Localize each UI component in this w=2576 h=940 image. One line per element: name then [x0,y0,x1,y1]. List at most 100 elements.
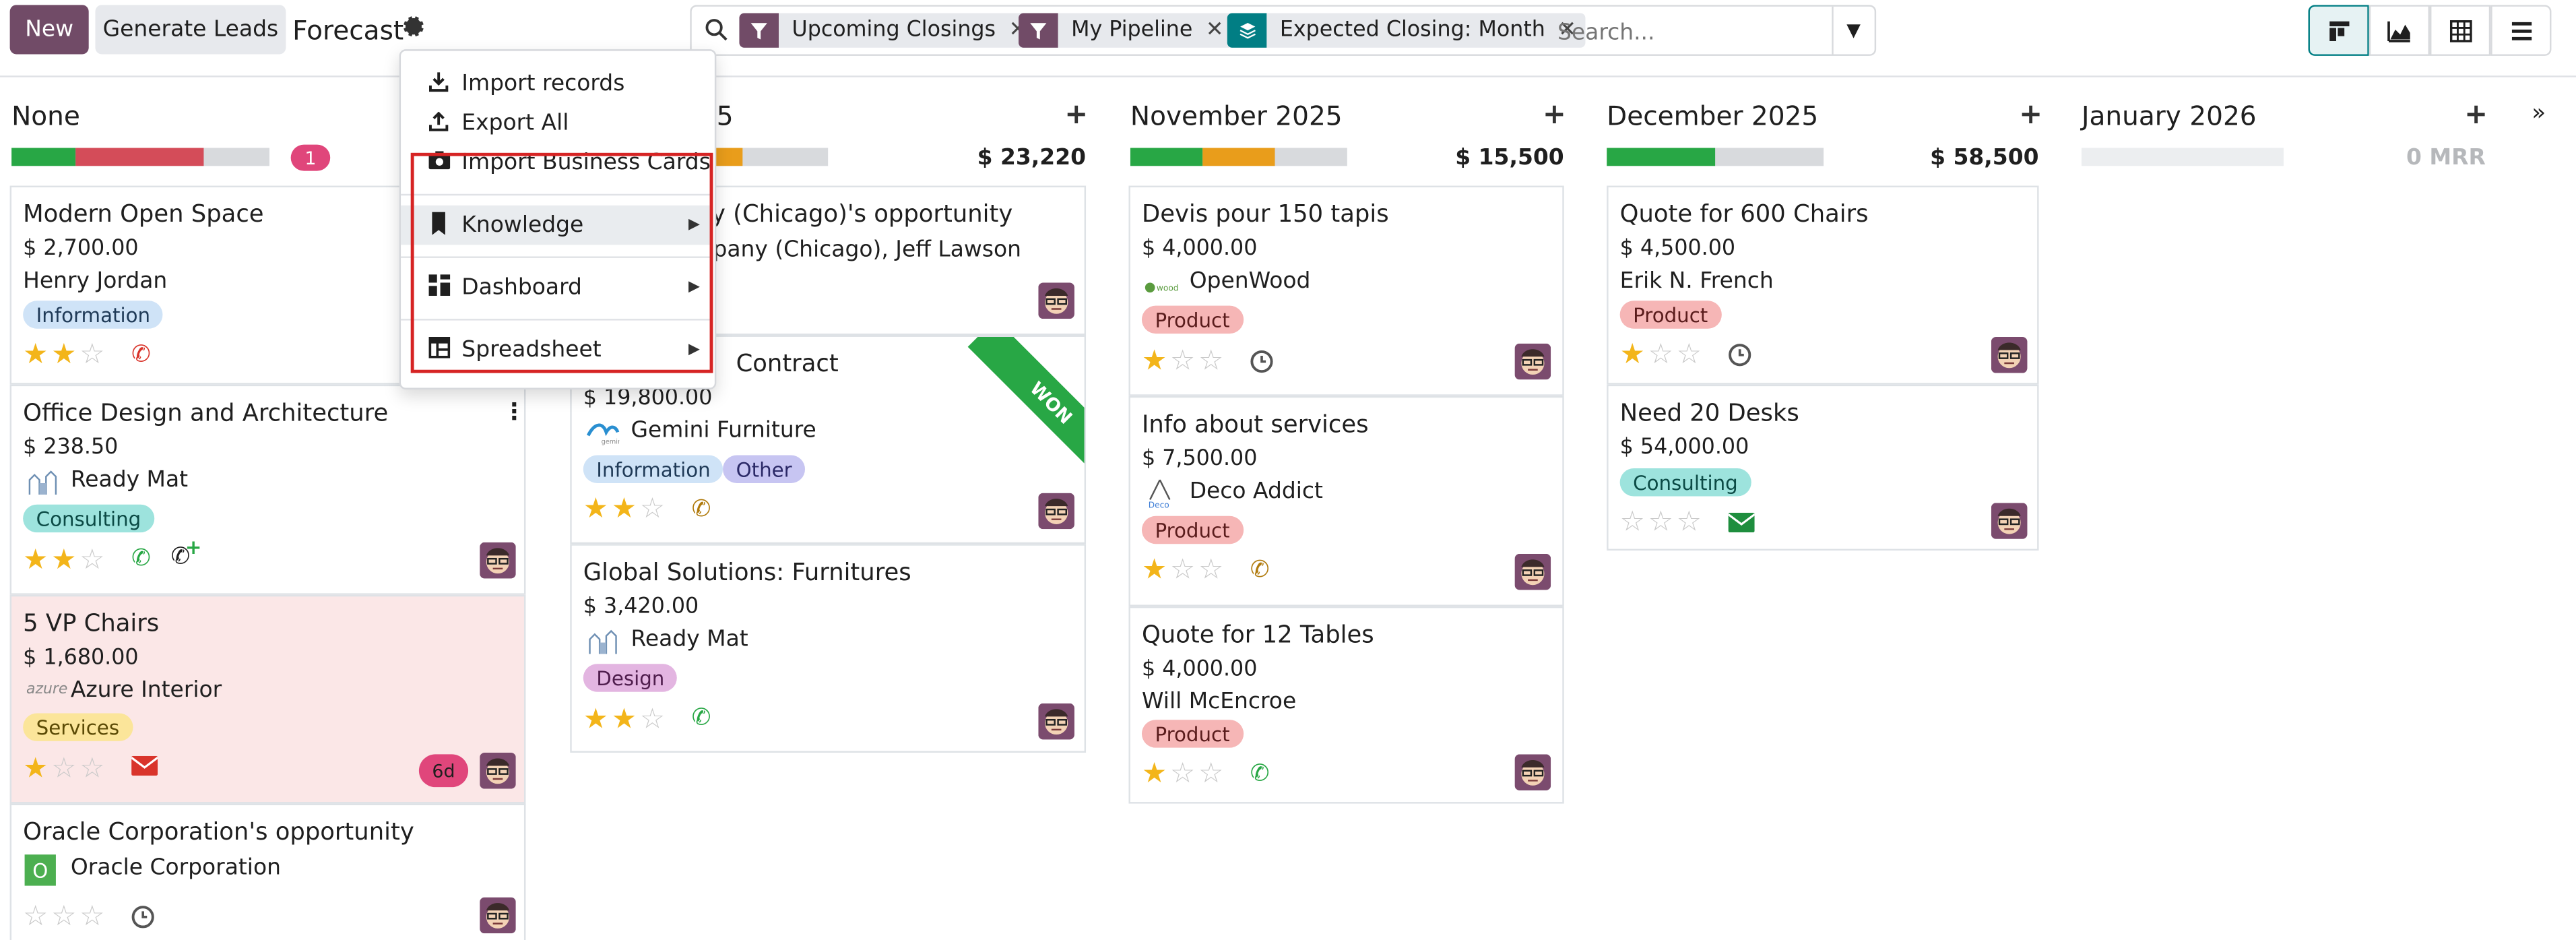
phone-icon[interactable]: ✆ [131,546,151,572]
add-quick-create-icon[interactable]: + [1543,98,1566,131]
user-avatar[interactable] [480,897,516,934]
card-partner: pany (Chicago), Jeff Lawson [713,237,1022,263]
column-total: 0 MRR [2406,144,2486,171]
card-partner: Will McEncroe [1141,688,1297,715]
facet-my-pipeline: My Pipeline ✕ [1019,13,1234,48]
submenu-caret-icon: ▶ [688,279,700,296]
kanban-card[interactable]: 5 VP Chairs $ 1,680.00 azure Azure Inter… [9,594,526,804]
filter-icon [739,13,779,48]
phone-icon[interactable]: ✆ [692,705,711,731]
card-partner: Erik N. French [1619,268,1774,294]
import-records-item[interactable]: Import records [401,64,713,104]
card-title: Modern Open Space [23,201,264,228]
user-avatar[interactable] [480,752,516,789]
company-logo-icon [26,468,59,501]
more-options-icon[interactable]: ⋮ [503,400,525,426]
priority-stars[interactable]: ★☆☆ [1142,557,1227,585]
export-all-item[interactable]: Export All [401,104,713,144]
kanban-card[interactable]: Need 20 Desks $ 54,000.00 Consulting ☆☆☆ [1607,384,2039,551]
column-progress-bar[interactable] [11,148,269,166]
card-partner: Gemini Furniture [631,417,816,444]
card-partner: Deco Addict [1189,478,1323,505]
kanban-card[interactable]: Quote for 600 Chairs $ 4,500.00 Erik N. … [1607,185,2039,385]
menu-item-label: Dashboard [461,274,582,301]
phone-icon[interactable]: ✆ [1250,761,1270,787]
filter-icon [1019,13,1058,48]
column-progress-bar[interactable] [1130,148,1347,166]
card-title: y (Chicago)'s opportunity [711,201,1013,228]
column-progress-bar[interactable] [2081,148,2284,166]
add-quick-create-icon[interactable]: + [2464,98,2488,131]
user-avatar[interactable] [1514,343,1551,380]
user-avatar[interactable] [1038,282,1074,319]
kanban-card[interactable]: Info about services $ 7,500.00 Deco Deco… [1128,396,1564,606]
fold-column-icon[interactable]: » [2532,100,2546,127]
mail-icon[interactable] [131,755,159,782]
kanban-card[interactable]: Quote for 12 Tables $ 4,000.00 Will McEn… [1128,606,1564,804]
kanban-card[interactable]: Oracle Corporation's opportunity O Oracl… [9,803,526,940]
priority-stars[interactable]: ☆☆☆ [1620,509,1705,537]
priority-stars[interactable]: ★★☆ [23,341,108,369]
clock-icon[interactable] [1729,344,1751,373]
card-title: Need 20 Desks [1619,401,1799,428]
priority-stars[interactable]: ★☆☆ [1142,760,1227,788]
tag-badge: Consulting [1619,468,1751,497]
priority-stars[interactable]: ☆☆☆ [23,903,108,931]
list-view-icon[interactable] [2490,5,2552,56]
priority-stars[interactable]: ★☆☆ [1620,341,1705,369]
overdue-badge: 6d [418,754,469,788]
kanban-card[interactable]: Global Solutions: Furnitures $ 3,420.00 … [570,544,1087,753]
generate-leads-button[interactable]: Generate Leads [95,5,286,55]
submenu-caret-icon: ▶ [688,342,700,358]
card-title: Contract [736,351,839,378]
priority-stars[interactable]: ★☆☆ [1142,348,1227,376]
phone-icon[interactable]: ✆ [692,497,711,523]
spreadsheet-item[interactable]: Spreadsheet ▶ [401,330,713,370]
pivot-view-icon[interactable] [2429,5,2491,56]
tag-badge: Consulting [23,504,154,533]
submenu-caret-icon: ▶ [688,216,700,234]
user-avatar[interactable] [1514,553,1551,590]
bookmark-icon [429,211,452,239]
search-icon[interactable] [705,18,728,48]
column-progress-bar[interactable] [1607,148,1824,166]
column-title: November 2025 [1130,100,1343,132]
facet-label: My Pipeline [1071,18,1193,43]
gear-icon[interactable] [401,15,424,38]
mail-icon[interactable] [1727,512,1756,539]
import-business-cards-item[interactable]: Import Business Cards [401,143,713,183]
card-partner: Henry Jordan [23,268,168,294]
clock-icon[interactable] [131,906,154,935]
clock-icon[interactable] [1250,350,1273,379]
priority-stars[interactable]: ★★☆ [583,495,668,524]
user-avatar[interactable] [1038,493,1074,530]
graph-view-icon[interactable] [2369,5,2430,56]
user-avatar[interactable] [1991,336,2028,373]
kanban-card[interactable]: Office Design and Architecture ⋮ $ 238.5… [9,384,525,595]
priority-stars[interactable]: ★★☆ [23,546,108,575]
user-avatar[interactable] [1991,503,2028,539]
add-call-icon[interactable]: ✆+ [171,536,207,570]
user-avatar[interactable] [480,542,516,579]
search-input[interactable] [1554,13,1832,51]
page-title: Forecast [292,14,404,46]
knowledge-item[interactable]: Knowledge ▶ [401,205,713,245]
column-progress-bar[interactable] [709,148,829,166]
tag-badge: Information [23,301,164,329]
search-options-caret-icon[interactable]: ▼ [1846,20,1861,41]
add-quick-create-icon[interactable]: + [2019,98,2042,131]
add-quick-create-icon[interactable]: + [1064,98,1088,131]
facet-label: Upcoming Closings [792,18,996,43]
phone-icon[interactable]: ✆ [1250,557,1270,584]
user-avatar[interactable] [1514,754,1551,791]
new-button[interactable]: New [9,5,89,55]
user-avatar[interactable] [1038,703,1074,740]
kanban-view-icon[interactable] [2308,5,2369,56]
priority-stars[interactable]: ★☆☆ [23,755,108,784]
count-badge: 1 [290,144,331,171]
search-box[interactable]: Upcoming Closings ✕ My Pipeline ✕ Expect… [690,5,1877,56]
dashboard-item[interactable]: Dashboard ▶ [401,268,713,308]
phone-icon[interactable]: ✆ [131,342,151,368]
priority-stars[interactable]: ★★☆ [583,706,668,734]
kanban-card[interactable]: Devis pour 150 tapis $ 4,000.00 wood Ope… [1128,185,1564,396]
